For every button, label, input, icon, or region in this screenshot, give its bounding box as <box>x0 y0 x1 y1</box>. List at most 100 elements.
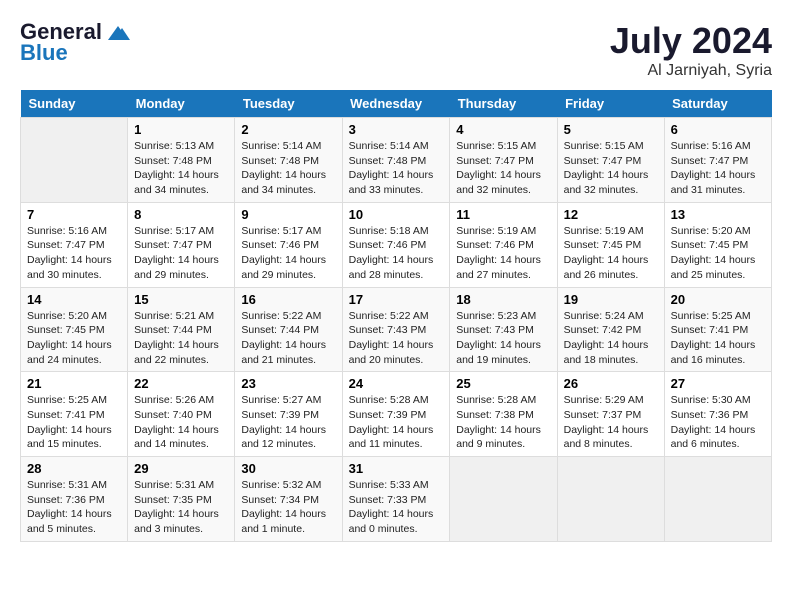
calendar-week-row: 1Sunrise: 5:13 AM Sunset: 7:48 PM Daylig… <box>21 118 772 203</box>
calendar-cell: 12 Sunrise: 5:19 AM Sunset: 7:45 PM Dayli… <box>557 202 664 287</box>
day-info: Sunrise: 5:16 AM Sunset: 7:47 PM Dayligh… <box>671 139 765 198</box>
calendar-cell: 14 Sunrise: 5:20 AM Sunset: 7:45 PM Dayli… <box>21 287 128 372</box>
calendar-cell: 16 Sunrise: 5:22 AM Sunset: 7:44 PM Dayli… <box>235 287 342 372</box>
day-info: Sunrise: 5:15 AM Sunset: 7:47 PM Dayligh… <box>456 139 550 198</box>
col-header-sunday: Sunday <box>21 90 128 118</box>
calendar-cell: 31 Sunrise: 5:33 AM Sunset: 7:33 PM Dayli… <box>342 457 450 542</box>
location: Al Jarniyah, Syria <box>610 62 772 80</box>
col-header-thursday: Thursday <box>450 90 557 118</box>
day-number: 4 <box>456 122 550 137</box>
day-number: 23 <box>241 376 335 391</box>
day-number: 26 <box>564 376 658 391</box>
day-number: 5 <box>564 122 658 137</box>
day-number: 17 <box>349 292 444 307</box>
day-info: Sunrise: 5:28 AM Sunset: 7:38 PM Dayligh… <box>456 393 550 452</box>
day-info: Sunrise: 5:30 AM Sunset: 7:36 PM Dayligh… <box>671 393 765 452</box>
day-number: 6 <box>671 122 765 137</box>
day-info: Sunrise: 5:17 AM Sunset: 7:47 PM Dayligh… <box>134 224 228 283</box>
day-number: 9 <box>241 207 335 222</box>
calendar-cell: 10 Sunrise: 5:18 AM Sunset: 7:46 PM Dayli… <box>342 202 450 287</box>
page-header: General Blue July 2024 Al Jarniyah, Syri… <box>20 20 772 80</box>
calendar-cell: 3 Sunrise: 5:14 AM Sunset: 7:48 PM Daylig… <box>342 118 450 203</box>
day-number: 30 <box>241 461 335 476</box>
col-header-friday: Friday <box>557 90 664 118</box>
day-number: 10 <box>349 207 444 222</box>
calendar-cell: 29Sunrise: 5:31 AM Sunset: 7:35 PM Dayli… <box>128 457 235 542</box>
day-info: Sunrise: 5:14 AM Sunset: 7:48 PM Dayligh… <box>241 139 335 198</box>
day-info: Sunrise: 5:17 AM Sunset: 7:46 PM Dayligh… <box>241 224 335 283</box>
calendar-cell <box>450 457 557 542</box>
calendar-week-row: 21 Sunrise: 5:25 AM Sunset: 7:41 PM Dayli… <box>21 372 772 457</box>
calendar-cell: 2 Sunrise: 5:14 AM Sunset: 7:48 PM Daylig… <box>235 118 342 203</box>
calendar-cell: 6 Sunrise: 5:16 AM Sunset: 7:47 PM Daylig… <box>664 118 771 203</box>
day-number: 25 <box>456 376 550 391</box>
day-number: 22 <box>134 376 228 391</box>
calendar-cell: 30 Sunrise: 5:32 AM Sunset: 7:34 PM Dayli… <box>235 457 342 542</box>
calendar-cell: 13 Sunrise: 5:20 AM Sunset: 7:45 PM Dayli… <box>664 202 771 287</box>
month-year: July 2024 <box>610 20 772 62</box>
day-number: 3 <box>349 122 444 137</box>
day-number: 16 <box>241 292 335 307</box>
col-header-saturday: Saturday <box>664 90 771 118</box>
day-info: Sunrise: 5:16 AM Sunset: 7:47 PM Dayligh… <box>27 224 121 283</box>
day-info: Sunrise: 5:15 AM Sunset: 7:47 PM Dayligh… <box>564 139 658 198</box>
day-number: 11 <box>456 207 550 222</box>
calendar-cell: 19 Sunrise: 5:24 AM Sunset: 7:42 PM Dayli… <box>557 287 664 372</box>
day-number: 24 <box>349 376 444 391</box>
calendar-cell: 20 Sunrise: 5:25 AM Sunset: 7:41 PM Dayli… <box>664 287 771 372</box>
day-info: Sunrise: 5:21 AM Sunset: 7:44 PM Dayligh… <box>134 309 228 368</box>
calendar-cell: 24Sunrise: 5:28 AM Sunset: 7:39 PM Dayli… <box>342 372 450 457</box>
day-info: Sunrise: 5:32 AM Sunset: 7:34 PM Dayligh… <box>241 478 335 537</box>
day-info: Sunrise: 5:14 AM Sunset: 7:48 PM Dayligh… <box>349 139 444 198</box>
day-number: 15 <box>134 292 228 307</box>
calendar-cell <box>21 118 128 203</box>
day-number: 2 <box>241 122 335 137</box>
col-header-tuesday: Tuesday <box>235 90 342 118</box>
logo-icon <box>104 22 132 44</box>
calendar-cell: 9 Sunrise: 5:17 AM Sunset: 7:46 PM Daylig… <box>235 202 342 287</box>
day-number: 21 <box>27 376 121 391</box>
calendar-cell: 15 Sunrise: 5:21 AM Sunset: 7:44 PM Dayli… <box>128 287 235 372</box>
day-info: Sunrise: 5:18 AM Sunset: 7:46 PM Dayligh… <box>349 224 444 283</box>
day-number: 29 <box>134 461 228 476</box>
day-info: Sunrise: 5:19 AM Sunset: 7:46 PM Dayligh… <box>456 224 550 283</box>
day-number: 12 <box>564 207 658 222</box>
day-number: 14 <box>27 292 121 307</box>
calendar-cell: 8Sunrise: 5:17 AM Sunset: 7:47 PM Daylig… <box>128 202 235 287</box>
calendar-cell: 11 Sunrise: 5:19 AM Sunset: 7:46 PM Dayli… <box>450 202 557 287</box>
title-block: July 2024 Al Jarniyah, Syria <box>610 20 772 80</box>
day-number: 18 <box>456 292 550 307</box>
day-number: 31 <box>349 461 444 476</box>
calendar-table: SundayMondayTuesdayWednesdayThursdayFrid… <box>20 90 772 542</box>
day-number: 19 <box>564 292 658 307</box>
day-info: Sunrise: 5:29 AM Sunset: 7:37 PM Dayligh… <box>564 393 658 452</box>
day-info: Sunrise: 5:25 AM Sunset: 7:41 PM Dayligh… <box>27 393 121 452</box>
calendar-cell: 27Sunrise: 5:30 AM Sunset: 7:36 PM Dayli… <box>664 372 771 457</box>
calendar-week-row: 28Sunrise: 5:31 AM Sunset: 7:36 PM Dayli… <box>21 457 772 542</box>
day-info: Sunrise: 5:31 AM Sunset: 7:36 PM Dayligh… <box>27 478 121 537</box>
calendar-cell: 23Sunrise: 5:27 AM Sunset: 7:39 PM Dayli… <box>235 372 342 457</box>
calendar-cell: 21 Sunrise: 5:25 AM Sunset: 7:41 PM Dayli… <box>21 372 128 457</box>
day-info: Sunrise: 5:25 AM Sunset: 7:41 PM Dayligh… <box>671 309 765 368</box>
calendar-week-row: 14 Sunrise: 5:20 AM Sunset: 7:45 PM Dayli… <box>21 287 772 372</box>
calendar-cell: 7Sunrise: 5:16 AM Sunset: 7:47 PM Daylig… <box>21 202 128 287</box>
calendar-header-row: SundayMondayTuesdayWednesdayThursdayFrid… <box>21 90 772 118</box>
day-info: Sunrise: 5:20 AM Sunset: 7:45 PM Dayligh… <box>27 309 121 368</box>
calendar-cell <box>664 457 771 542</box>
calendar-cell: 18Sunrise: 5:23 AM Sunset: 7:43 PM Dayli… <box>450 287 557 372</box>
day-info: Sunrise: 5:20 AM Sunset: 7:45 PM Dayligh… <box>671 224 765 283</box>
day-info: Sunrise: 5:33 AM Sunset: 7:33 PM Dayligh… <box>349 478 444 537</box>
calendar-cell <box>557 457 664 542</box>
calendar-cell: 5 Sunrise: 5:15 AM Sunset: 7:47 PM Daylig… <box>557 118 664 203</box>
calendar-cell: 26 Sunrise: 5:29 AM Sunset: 7:37 PM Dayli… <box>557 372 664 457</box>
day-info: Sunrise: 5:22 AM Sunset: 7:44 PM Dayligh… <box>241 309 335 368</box>
calendar-cell: 4 Sunrise: 5:15 AM Sunset: 7:47 PM Daylig… <box>450 118 557 203</box>
day-info: Sunrise: 5:19 AM Sunset: 7:45 PM Dayligh… <box>564 224 658 283</box>
calendar-cell: 28Sunrise: 5:31 AM Sunset: 7:36 PM Dayli… <box>21 457 128 542</box>
day-info: Sunrise: 5:22 AM Sunset: 7:43 PM Dayligh… <box>349 309 444 368</box>
day-number: 13 <box>671 207 765 222</box>
day-number: 20 <box>671 292 765 307</box>
day-number: 1 <box>134 122 228 137</box>
day-info: Sunrise: 5:24 AM Sunset: 7:42 PM Dayligh… <box>564 309 658 368</box>
day-info: Sunrise: 5:26 AM Sunset: 7:40 PM Dayligh… <box>134 393 228 452</box>
